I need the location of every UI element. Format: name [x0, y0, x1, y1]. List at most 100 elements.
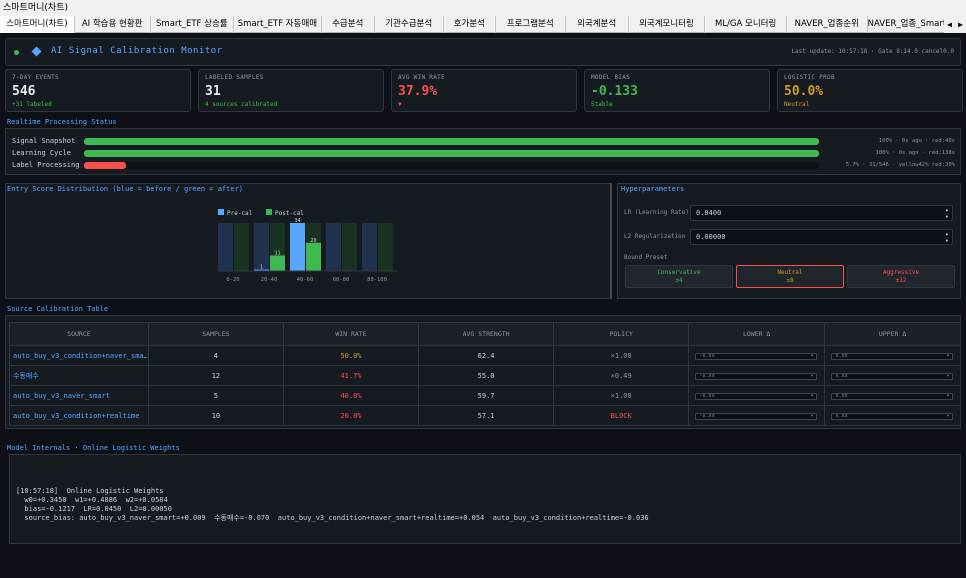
bar: [290, 223, 305, 271]
column-header: LOWER Δ: [688, 322, 826, 346]
legend-swatch: [266, 209, 272, 215]
data-label: 11: [274, 250, 280, 256]
source-table: SOURCE SAMPLES WIN RATE AVG STRENGTH POLICY L…: [9, 322, 961, 426]
progress-meta: 5.7% · 31/546 · yellow42% red:30%: [845, 162, 955, 168]
kpi-value: 37.9%: [398, 84, 438, 99]
tab-1[interactable]: AI 학습용 현황판: [75, 16, 151, 33]
table-row: auto_buy_v3_naver_smart 5 40.0% 59.7 ×1.00 -x…: [9, 385, 961, 406]
progress-name: Learning Cycle: [12, 149, 72, 157]
l2-label: L2 Regularization: [624, 233, 686, 240]
distribution-title: Entry Score Distribution (blue = before …: [7, 185, 244, 193]
data-label: 1: [260, 265, 263, 271]
kpi-value: 50.0%: [784, 84, 824, 99]
tab-6[interactable]: 호가분석: [444, 16, 496, 33]
tab-7[interactable]: 프로그램분석: [496, 16, 566, 33]
lr-input[interactable]: 0.0400 ▲ ▼: [690, 205, 953, 221]
source-cell: auto_buy_v3_condition+naver_sma…: [9, 345, 149, 366]
legend-swatch: [218, 209, 224, 215]
lower-delta-select[interactable]: -x.xx: [694, 353, 817, 360]
progress-meta: 100% · 0s ago · red:138s: [875, 150, 955, 156]
tab-9[interactable]: 외국계모니터링: [629, 16, 706, 33]
bar-bg: [378, 223, 393, 271]
avg-strength-cell: 59.7: [418, 385, 555, 406]
kpi-label: 7-DAY EVENTS: [12, 74, 59, 81]
tick-label: 80-100: [367, 277, 387, 283]
column-header: WIN RATE: [282, 322, 420, 346]
l2-input[interactable]: 0.00000 ▲ ▼: [690, 229, 953, 245]
bar-bg: [342, 223, 357, 271]
policy-cell: ×1.00: [553, 385, 690, 406]
preset-value: ±8: [786, 277, 794, 284]
kpi-label: MODEL BIAS: [591, 74, 631, 81]
hyperparameter-title: Hyperparameters: [621, 185, 685, 193]
kpi-label: LABELED SAMPLES: [205, 74, 264, 81]
log-text: [10:57:18] Online Logistic Weights w0=+0…: [16, 487, 649, 523]
kpi-label: LOGISTIC PROB: [784, 74, 835, 81]
column-header: POLICY: [553, 322, 690, 346]
log-line: bias=-0.1217 LR=0.0450 L2=0.00050: [16, 505, 172, 513]
upper-cell: x.xx: [824, 405, 961, 426]
kpi-sub: +31 labeled: [12, 101, 52, 108]
tab-next-button[interactable]: ▶: [958, 16, 963, 33]
l2-spinner[interactable]: ▲ ▼: [946, 230, 948, 244]
tick-label: 0-20: [226, 277, 239, 283]
lower-cell: -x.xx: [688, 345, 826, 366]
source-table-title: Source Calibration Table: [7, 305, 109, 313]
log-line: [10:57:18] Online Logistic Weights: [16, 487, 164, 495]
entry-score-chart: Pre-cal Post-cal0-2011120-40342040-60 60-8…: [218, 209, 398, 283]
bar: [270, 255, 285, 271]
header-meta: Last update: 10:57:18 · Gate 8:14.0 canc…: [791, 48, 954, 55]
win-rate-cell: 41.7%: [282, 365, 420, 386]
samples-cell: 10: [147, 405, 284, 426]
preset-button-0[interactable]: Conservative ±4: [625, 265, 733, 288]
column-header: SAMPLES: [147, 322, 284, 346]
monitor-header: AI Signal Calibration Monitor Last updat…: [5, 38, 961, 66]
bar-bg: [362, 223, 377, 271]
tab-5[interactable]: 기관수급분석: [375, 16, 444, 33]
kpi-card-3: MODEL BIAS -0.133 Stable: [584, 69, 770, 112]
source-cell: auto_buy_v3_condition+realtime: [9, 405, 149, 426]
lower-delta-select[interactable]: -x.xx: [694, 413, 817, 420]
tick-label: 60-80: [333, 277, 350, 283]
preset-name: Aggressive: [882, 269, 920, 276]
tab-2[interactable]: Smart_ETF 상승률: [151, 16, 235, 33]
bar-bg: [234, 223, 249, 271]
upper-delta-select[interactable]: x.xx: [830, 353, 953, 360]
progress-row: Learning Cycle 100% · 0s ago · red:138s: [12, 149, 966, 158]
tab-10[interactable]: ML/GA 모니터링: [705, 16, 787, 33]
internals-title: Model Internals · Online Logistic Weight…: [7, 444, 180, 452]
tab-3[interactable]: Smart_ETF 자동매매: [234, 16, 322, 33]
tab-nav: ◀ ▶: [944, 16, 966, 33]
kpi-card-4: LOGISTIC PROB 50.0% Neutral: [777, 69, 963, 112]
diamond-icon: [31, 46, 42, 57]
progress-row: Signal Snapshot 100% · 0s ago · red:40s: [12, 137, 966, 146]
policy-cell: ×1.00: [553, 345, 690, 366]
upper-delta-select[interactable]: x.xx: [830, 393, 953, 400]
tab-prev-button[interactable]: ◀: [947, 16, 952, 33]
preset-value: ±4: [675, 277, 683, 284]
samples-cell: 4: [147, 345, 284, 366]
upper-delta-select[interactable]: x.xx: [830, 413, 953, 420]
tab-11[interactable]: NAVER_업종순위: [787, 16, 868, 33]
lr-spinner[interactable]: ▲ ▼: [946, 206, 948, 220]
upper-delta-select[interactable]: x.xx: [830, 373, 953, 380]
preset-value: ±12: [895, 277, 907, 284]
upper-cell: x.xx: [824, 385, 961, 406]
tab-4[interactable]: 수급분석: [322, 16, 375, 33]
tab-0[interactable]: 스마트머니(차트): [0, 16, 75, 33]
kpi-value: -0.133: [591, 84, 638, 99]
preset-button-1[interactable]: Neutral ±8: [736, 265, 844, 288]
lower-delta-select[interactable]: -x.xx: [694, 393, 817, 400]
progress-fill: [84, 150, 819, 157]
tab-8[interactable]: 외국계분석: [566, 16, 629, 33]
lower-cell: -x.xx: [688, 365, 826, 386]
lower-delta-select[interactable]: -x.xx: [694, 373, 817, 380]
kpi-card-1: LABELED SAMPLES 31 4 sources calibrated: [198, 69, 384, 112]
tick-label: 20-40: [261, 277, 278, 283]
preset-button-2[interactable]: Aggressive ±12: [847, 265, 955, 288]
lr-label: LR (Learning Rate): [624, 209, 690, 216]
kpi-sub: Neutral: [784, 101, 810, 108]
lr-value: 0.0400: [696, 209, 722, 217]
page-title: AI Signal Calibration Monitor: [51, 46, 223, 56]
progress-row: Label Processing 5.7% · 31/546 · yellow42…: [12, 161, 966, 170]
